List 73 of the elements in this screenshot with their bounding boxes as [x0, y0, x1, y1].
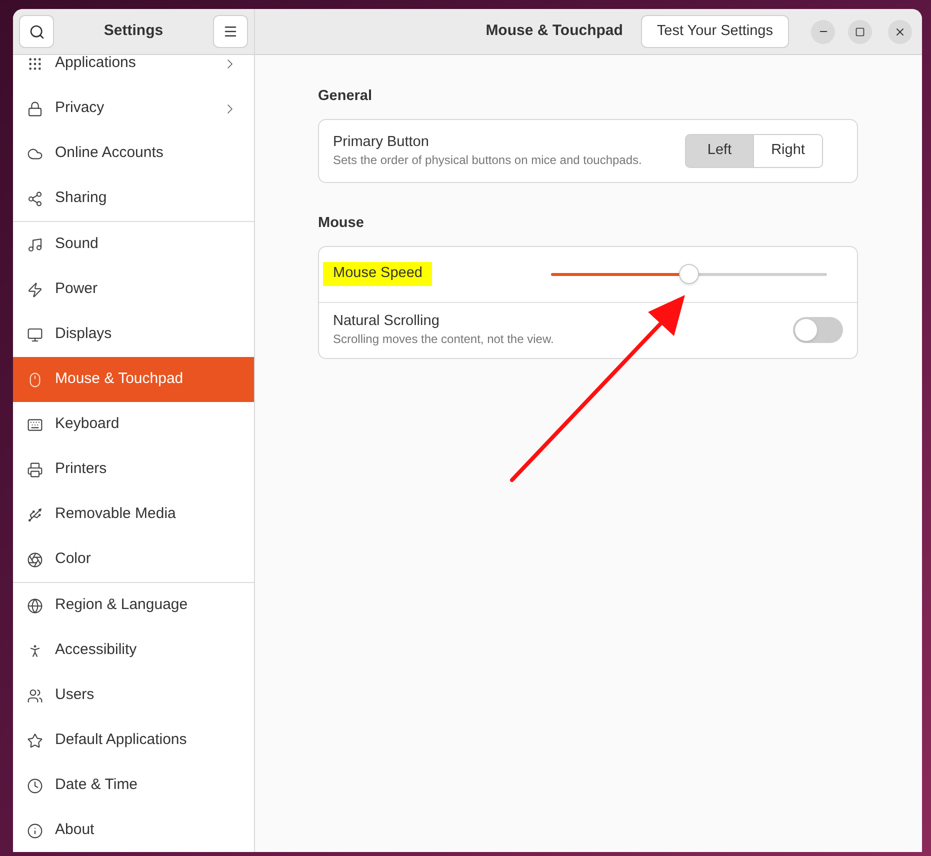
sidebar-item[interactable]: Removable Media: [13, 492, 254, 537]
maximize-icon: [855, 26, 865, 36]
users-icon: [27, 688, 43, 704]
sidebar-label: Displays: [55, 324, 113, 344]
clock-icon: [27, 778, 43, 794]
sidebar-item[interactable]: Users: [13, 673, 254, 718]
sidebar-label: Power: [55, 279, 99, 300]
test-settings-button[interactable]: Test Your Settings: [640, 15, 789, 48]
segment-button[interactable]: Left: [685, 134, 754, 168]
sidebar-label: Privacy: [55, 98, 106, 118]
sidebar-item[interactable]: Default Applications: [13, 718, 254, 763]
sidebar-item[interactable]: Privacy: [13, 86, 254, 131]
close-button[interactable]: [888, 20, 912, 44]
menu-button[interactable]: [213, 15, 248, 48]
sidebar-item[interactable]: Color: [13, 537, 254, 582]
close-icon: [894, 26, 906, 38]
sidebar-label: Applications: [55, 55, 137, 74]
page-title: Mouse & Touchpad: [486, 21, 623, 42]
setting-description: Sets the order of physical buttons on mice and touchpads.: [333, 152, 643, 169]
sidebar-label: Region & Language: [55, 595, 189, 616]
setting-label: Natural Scrolling: [333, 312, 440, 330]
sidebar-item[interactable]: Applications: [13, 55, 254, 86]
sidebar-item[interactable]: Displays: [13, 312, 254, 357]
section-heading: Mouse: [318, 214, 365, 233]
lock-icon: [27, 100, 43, 116]
toggle-switch[interactable]: [793, 317, 843, 343]
sidebar-label: Default Applications: [55, 730, 188, 750]
sidebar-label: Date & Time: [55, 775, 139, 796]
sidebar-label: Color: [55, 549, 92, 570]
setting-label: Mouse Speed: [323, 262, 432, 286]
share-icon: [27, 190, 43, 206]
sidebar-item[interactable]: Online Accounts: [13, 131, 254, 176]
sidebar-item[interactable]: Keyboard: [13, 402, 254, 447]
sidebar-label: About: [55, 820, 96, 840]
sidebar-label: Online Accounts: [55, 143, 164, 164]
search-icon: [28, 24, 44, 40]
sidebar-label: Keyboard: [55, 414, 120, 434]
dots-grid-icon: [27, 56, 43, 72]
lightning-icon: [27, 282, 43, 298]
segment-button[interactable]: Right: [754, 134, 823, 168]
setting-label: Primary Button: [333, 132, 430, 151]
sidebar-label: Sharing: [55, 188, 108, 208]
sidebar-title: Settings: [102, 21, 164, 42]
search-button[interactable]: [19, 15, 54, 48]
section-heading: General: [318, 87, 373, 106]
star-icon: [27, 732, 43, 748]
menu-icon: [223, 24, 238, 39]
sidebar-label: Accessibility: [55, 640, 138, 660]
maximize-button[interactable]: [848, 20, 872, 44]
slider-thumb[interactable]: [679, 264, 699, 284]
sidebar-item[interactable]: Mouse & Touchpad: [13, 357, 254, 402]
sidebar-item[interactable]: About: [13, 808, 254, 852]
keyboard-icon: [27, 416, 43, 432]
info-icon: [27, 822, 43, 838]
sidebar-label: Users: [55, 685, 96, 706]
sidebar-item[interactable]: Sharing: [13, 176, 254, 221]
mouse-icon: [27, 372, 43, 388]
globe-icon: [27, 598, 43, 614]
music-note-icon: [27, 236, 43, 252]
speed-slider[interactable]: [551, 264, 827, 284]
sidebar-item[interactable]: Date & Time: [13, 763, 254, 808]
sidebar-item[interactable]: Printers: [13, 447, 254, 492]
sidebar-item[interactable]: Accessibility: [13, 628, 254, 673]
sidebar-label: Printers: [55, 459, 108, 480]
printer-icon: [27, 462, 43, 478]
sidebar-label: Sound: [55, 234, 100, 254]
sidebar-item[interactable]: Power: [13, 267, 254, 312]
sidebar-item[interactable]: Region & Language: [13, 583, 254, 628]
sidebar-item[interactable]: Sound: [13, 222, 254, 267]
setting-description: Scrolling moves the content, not the view.: [333, 331, 555, 348]
sidebar-label: Removable Media: [55, 504, 177, 524]
sidebar-label: Mouse & Touchpad: [55, 369, 184, 390]
monitor-icon: [27, 326, 43, 342]
